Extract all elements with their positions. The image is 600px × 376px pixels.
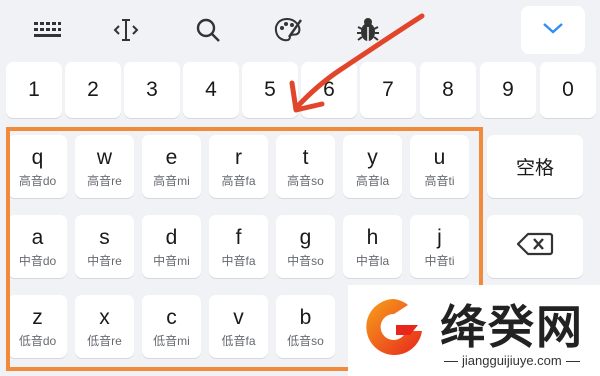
watermark-title: 绛癸网 [440,300,584,354]
key-r[interactable]: r 高音fa [209,135,268,198]
key-8[interactable]: 8 [420,62,476,118]
key-letter: u [433,145,446,169]
key-note: 高音so [287,173,324,188]
key-letter: b [299,305,312,329]
key-q[interactable]: q 高音do [8,135,67,198]
key-letter: h [366,225,379,249]
key-note: 低音re [87,333,122,348]
key-letter: z [32,305,43,329]
key-note: 中音ti [424,253,455,268]
key-letter: r [235,145,242,169]
key-4[interactable]: 4 [183,62,239,118]
key-y[interactable]: y 高音la [343,135,402,198]
key-note: 中音fa [221,253,256,268]
key-0[interactable]: 0 [540,62,596,118]
key-note: 高音la [355,173,390,188]
key-f[interactable]: f 中音fa [209,215,268,278]
key-b[interactable]: b 低音so [276,295,335,358]
key-letter: s [99,225,110,249]
key-note: 中音la [355,253,390,268]
keyboard-toolbar [0,0,600,60]
key-note: 低音fa [221,333,256,348]
key-1[interactable]: 1 [6,62,62,118]
key-u[interactable]: u 高音ti [410,135,469,198]
collapse-keyboard-button[interactable] [521,6,585,54]
key-note: 高音fa [221,173,256,188]
key-6[interactable]: 6 [301,62,357,118]
key-letter: w [96,145,113,169]
key-letter: v [233,305,244,329]
keyboard-icon[interactable] [27,12,67,48]
key-letter: j [437,225,442,249]
key-h[interactable]: h 中音la [343,215,402,278]
key-3[interactable]: 3 [124,62,180,118]
key-note: 高音re [87,173,122,188]
palette-icon[interactable] [268,12,308,48]
key-letter: x [99,305,110,329]
key-w[interactable]: w 高音re [75,135,134,198]
key-z[interactable]: z 低音do [8,295,67,358]
key-note: 高音mi [153,173,190,188]
delete-key[interactable] [487,215,583,278]
key-5[interactable]: 5 [242,62,298,118]
key-letter: c [166,305,177,329]
space-key[interactable]: 空格 [487,135,583,198]
key-e[interactable]: e 高音mi [142,135,201,198]
key-note: 低音do [18,333,57,348]
key-note: 中音do [18,253,57,268]
key-note: 中音re [87,253,122,268]
key-2[interactable]: 2 [65,62,121,118]
key-letter: d [165,225,178,249]
watermark-url: jiangguijiuye.com [440,353,584,368]
text-cursor-icon[interactable] [106,12,146,48]
key-letter: y [367,145,378,169]
bug-icon[interactable] [348,12,388,48]
key-letter: f [235,225,242,249]
search-icon[interactable] [188,12,228,48]
chevron-down-icon [541,21,565,40]
key-v[interactable]: v 低音fa [209,295,268,358]
key-note: 中音so [287,253,324,268]
key-t[interactable]: t 高音so [276,135,335,198]
key-letter: a [31,225,44,249]
key-a[interactable]: a 中音do [8,215,67,278]
site-logo-icon [366,299,422,355]
key-note: 中音mi [153,253,190,268]
key-letter: e [165,145,178,169]
key-letter: t [302,145,309,169]
watermark: 绛癸网 jiangguijiuye.com [348,285,600,376]
key-letter: g [299,225,312,249]
space-key-label: 空格 [515,158,554,179]
key-note: 低音so [287,333,324,348]
key-9[interactable]: 9 [480,62,536,118]
backspace-icon [516,232,554,261]
key-s[interactable]: s 中音re [75,215,134,278]
key-d[interactable]: d 中音mi [142,215,201,278]
key-c[interactable]: c 低音mi [142,295,201,358]
key-x[interactable]: x 低音re [75,295,134,358]
key-note: 高音do [18,173,57,188]
key-note: 低音mi [153,333,190,348]
key-g[interactable]: g 中音so [276,215,335,278]
key-letter: q [31,145,44,169]
key-j[interactable]: j 中音ti [410,215,469,278]
key-7[interactable]: 7 [360,62,416,118]
key-note: 高音ti [424,173,455,188]
